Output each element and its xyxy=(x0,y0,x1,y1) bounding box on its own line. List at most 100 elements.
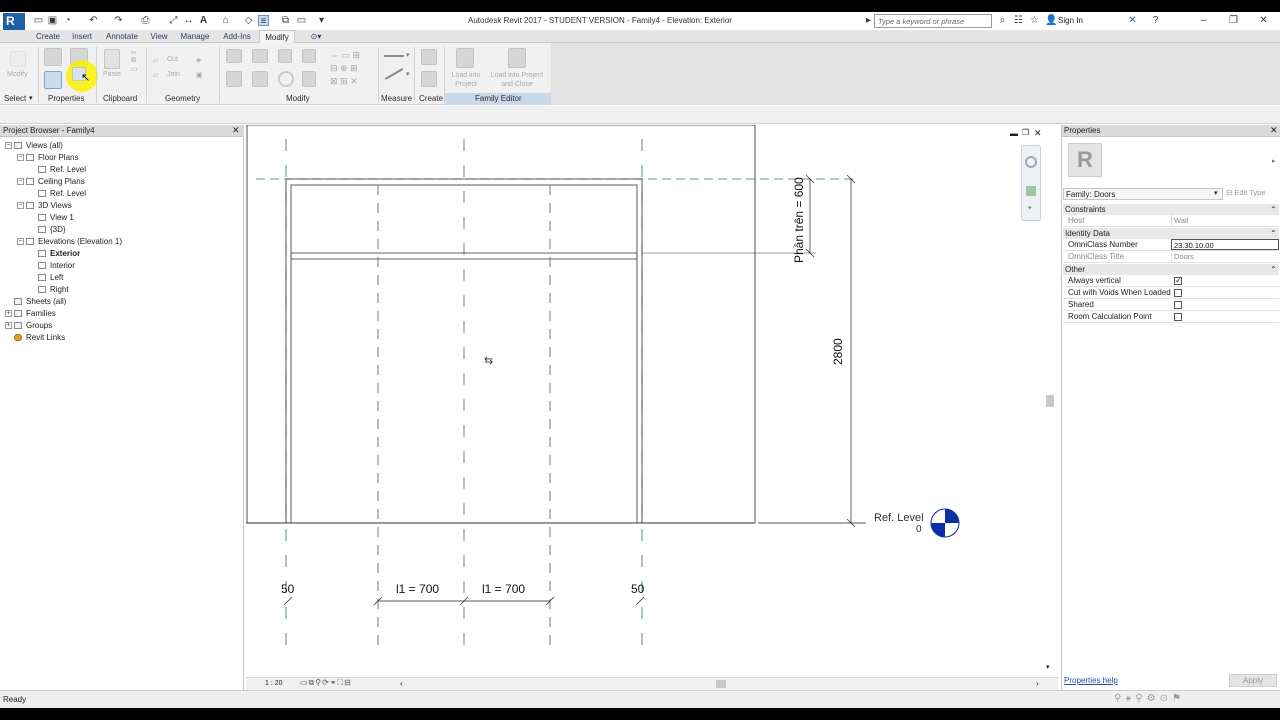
property-row-cut-with-voids[interactable]: Cut with Voids When Loaded xyxy=(1063,287,1279,299)
tab-annotate[interactable]: Annotate xyxy=(102,30,142,43)
tab-add-ins[interactable]: Add-Ins xyxy=(220,30,254,43)
rotate-icon[interactable] xyxy=(278,71,294,87)
info-center-dropdown-icon[interactable]: ▸ xyxy=(863,15,874,26)
navigation-bar[interactable]: ▾ xyxy=(1021,145,1041,221)
tree-toggle-icon[interactable]: − xyxy=(17,238,24,245)
edit-type-button[interactable]: ⊟ Edit Type xyxy=(1226,188,1279,200)
ref-level-name[interactable]: Ref. Level xyxy=(874,512,924,524)
browser-item[interactable]: Elevations (Elevation 1) xyxy=(38,236,122,247)
browser-item[interactable]: Sheets (all) xyxy=(26,296,66,307)
subscription-icon[interactable]: ☷ xyxy=(1013,15,1024,26)
view-control-icons[interactable]: ▭⧉⚲⟳⚭⛶⊟ xyxy=(300,678,352,688)
view-close-icon[interactable]: ✕ xyxy=(1034,128,1042,139)
measure-tool-dropdown-icon[interactable]: ▾ xyxy=(406,70,410,78)
section-constraints[interactable]: Constraints ⌃ xyxy=(1063,204,1279,215)
collapse-icon[interactable]: ⌃ xyxy=(1270,228,1277,239)
always-vertical-checkbox[interactable]: ✓ xyxy=(1174,277,1182,285)
modify-cursor-icon[interactable] xyxy=(10,51,26,67)
property-row-omniclass-number[interactable]: OmniClass Number 23.30.10.00 xyxy=(1063,239,1279,251)
flip-control-icon[interactable]: ⇆ xyxy=(484,354,493,367)
steering-wheel-icon[interactable] xyxy=(1025,156,1037,168)
measure-dropdown-icon[interactable]: ▾ xyxy=(406,51,410,59)
sign-in-link[interactable]: Sign In xyxy=(1058,16,1083,25)
cut-geometry-label[interactable]: Cut xyxy=(167,56,178,63)
save-icon[interactable]: ▣ xyxy=(47,15,58,26)
browser-item[interactable]: Right xyxy=(50,284,69,295)
collapse-icon[interactable]: ⌃ xyxy=(1270,204,1277,215)
copy-icon[interactable] xyxy=(252,71,268,87)
browser-item[interactable]: Families xyxy=(26,308,56,319)
property-row-host[interactable]: Host Wall xyxy=(1063,215,1279,227)
measure-icon[interactable]: ⤢ xyxy=(168,15,179,26)
close-hidden-icon[interactable]: ⧉ xyxy=(280,15,291,26)
view-restore-icon[interactable]: ❐ xyxy=(1022,128,1029,137)
tab-manage[interactable]: Manage xyxy=(177,30,213,43)
type-selector[interactable]: Family: Doors ▾ xyxy=(1063,188,1223,200)
browser-item[interactable]: 3D Views xyxy=(38,200,72,211)
property-row-room-calc[interactable]: Room Calculation Point xyxy=(1063,311,1279,323)
tree-toggle-icon[interactable]: + xyxy=(5,322,12,329)
mirror-draw-icon[interactable] xyxy=(302,49,316,63)
join-geometry-label[interactable]: Join xyxy=(167,71,180,78)
create-group-icon[interactable] xyxy=(421,49,437,65)
dimension-top-label[interactable]: Phần trên = 600 xyxy=(792,177,806,263)
browser-item[interactable]: Ref. Level xyxy=(50,188,86,199)
open-icon[interactable]: ▭ xyxy=(33,15,44,26)
modify-small-tools-icons[interactable]: ⇔ ▭ ⊞ ⊟ ⊕ ⊞ ⊠ ⊞ ✕ xyxy=(330,49,360,88)
tab-create[interactable]: Create xyxy=(33,30,63,43)
revit-logo-icon[interactable]: R xyxy=(3,13,25,30)
cut-with-voids-checkbox[interactable] xyxy=(1174,289,1182,297)
browser-item[interactable]: Interior xyxy=(50,260,75,271)
dimension-mid2-label[interactable]: l1 = 700 xyxy=(482,582,525,596)
paste-icon[interactable] xyxy=(104,49,120,69)
browser-item[interactable]: Ref. Level xyxy=(50,164,86,175)
close-icon[interactable]: ✕ xyxy=(1258,15,1269,26)
exchange-apps-icon[interactable]: ✕ xyxy=(1127,15,1138,26)
redo-icon[interactable]: ↷ xyxy=(113,15,124,26)
browser-item[interactable]: Ceiling Plans xyxy=(38,176,85,187)
dimension-icon[interactable]: ↔ xyxy=(183,15,194,26)
load-into-project-button[interactable]: Load into Project xyxy=(449,71,483,89)
favorites-star-icon[interactable]: ☆ xyxy=(1029,15,1040,26)
offset-icon[interactable] xyxy=(252,49,268,63)
view-scale[interactable]: 1 : 20 xyxy=(265,680,283,687)
restore-icon[interactable]: ❐ xyxy=(1228,15,1239,26)
search-input[interactable]: Type a keyword or phrase xyxy=(874,14,992,28)
drawing-canvas[interactable]: ⇆ Phần trên = 600 2800 Ref. Level 0 50 l… xyxy=(246,125,1058,690)
tab-insert[interactable]: Insert xyxy=(68,30,96,43)
properties-button-icon[interactable] xyxy=(44,71,62,89)
ribbon-minimize-icon[interactable]: ⊙▾ xyxy=(305,30,327,43)
section-icon[interactable]: ◇ xyxy=(243,15,254,26)
browser-item[interactable]: Left xyxy=(50,272,63,283)
scrollbar-thumb[interactable] xyxy=(1046,395,1054,407)
tree-toggle-icon[interactable]: − xyxy=(17,178,24,185)
load-into-project-close-icon[interactable] xyxy=(508,48,526,68)
modify-button-label[interactable]: Modify xyxy=(7,71,28,78)
create-similar-icon[interactable] xyxy=(421,71,437,87)
help-icon[interactable]: ? xyxy=(1150,15,1161,26)
dimension-left-label[interactable]: 50 xyxy=(281,582,295,596)
tab-modify[interactable]: Modify xyxy=(259,30,295,43)
sync-icon[interactable]: ◔ xyxy=(62,15,73,26)
text-icon[interactable]: A xyxy=(198,15,209,26)
paste-label[interactable]: Paste xyxy=(103,71,121,78)
browser-item[interactable]: Floor Plans xyxy=(38,152,78,163)
tree-toggle-icon[interactable]: − xyxy=(17,154,24,161)
ref-level-value[interactable]: 0 xyxy=(916,524,922,535)
binoculars-icon[interactable]: ⌕ xyxy=(997,15,1008,26)
measure-distance-icon[interactable] xyxy=(384,68,404,80)
shared-checkbox[interactable] xyxy=(1174,301,1182,309)
browser-item[interactable]: Views (all) xyxy=(26,140,63,151)
room-calculation-checkbox[interactable] xyxy=(1174,313,1182,321)
tree-toggle-icon[interactable]: + xyxy=(5,310,12,317)
select-dropdown-icon[interactable]: ▾ xyxy=(29,94,33,102)
browser-item[interactable]: Exterior xyxy=(50,248,80,259)
print-icon[interactable]: ⎙ xyxy=(140,15,151,26)
collapse-icon[interactable]: ⌃ xyxy=(1270,264,1277,275)
scroll-right-icon[interactable]: › xyxy=(1036,679,1039,688)
move-icon[interactable] xyxy=(226,71,242,87)
load-into-project-close-button[interactable]: Load into Project and Close xyxy=(486,71,548,89)
property-row-always-vertical[interactable]: Always vertical ✓ xyxy=(1063,275,1279,287)
zoom-icon[interactable] xyxy=(1026,186,1036,196)
dimension-height-label[interactable]: 2800 xyxy=(831,338,845,365)
